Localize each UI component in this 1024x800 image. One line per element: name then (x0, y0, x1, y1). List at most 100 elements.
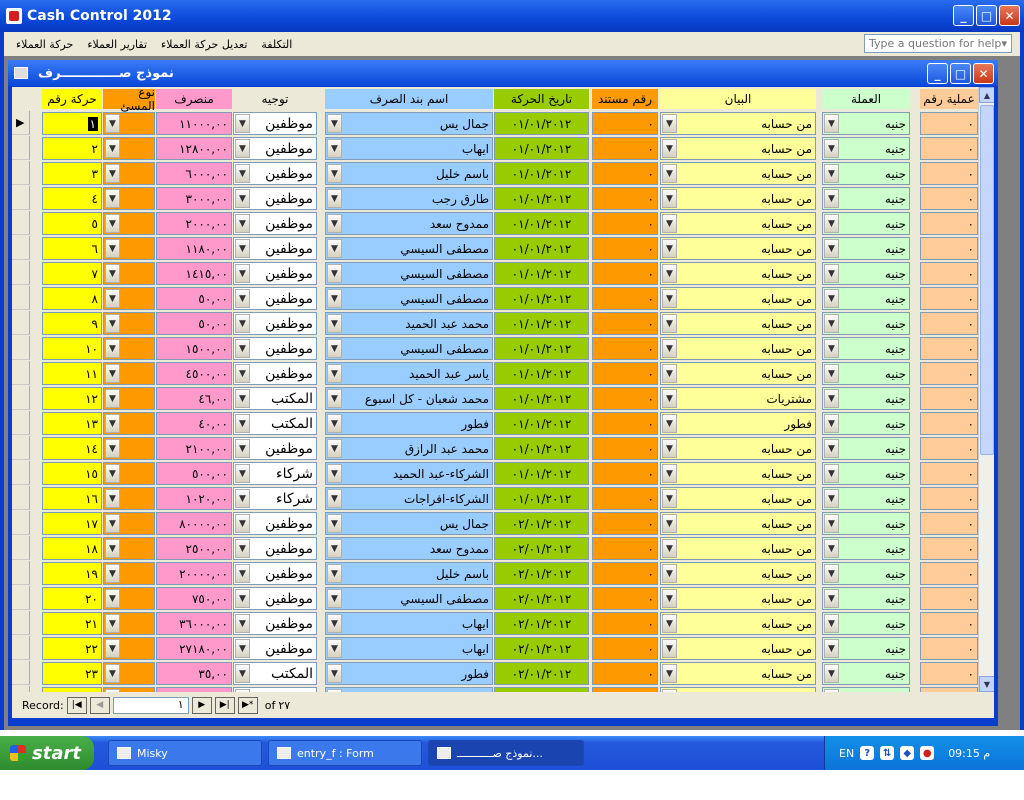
description-cell[interactable]: من حسابه ▼ (660, 487, 816, 510)
row-number-cell[interactable]: ١٣ (42, 412, 102, 435)
amount-cell[interactable]: ٧٥٠,٠٠ (156, 587, 232, 610)
table-row[interactable]: ٢١ ▼ ٣٦٠٠٠,٠٠ موظفين ▼ ايهاب ▼ ٠٢/٠١/٢٠١٢ ٠ من حس… (12, 611, 978, 636)
record-selector[interactable] (12, 536, 30, 560)
date-cell[interactable]: ٠٢/٠١/٢٠١٢ (494, 637, 589, 660)
chevron-down-icon[interactable]: ▼ (327, 164, 342, 183)
table-row[interactable]: ١٥ ▼ ٥٠٠,٠٠ شركاء ▼ الشركاء-عبد الحميد ▼ ٠١/٠١/… (12, 461, 978, 486)
chevron-down-icon[interactable]: ▼ (662, 489, 677, 508)
expense-name-cell[interactable]: محمد عبد الرازق ▼ (325, 437, 493, 460)
document-number-cell[interactable]: ٠ (592, 512, 658, 535)
document-number-cell[interactable]: ٠ (592, 162, 658, 185)
chevron-down-icon[interactable]: ▼ (235, 214, 250, 233)
document-number-cell[interactable]: ٠ (592, 112, 658, 135)
chevron-down-icon[interactable]: ▼ (824, 264, 839, 283)
table-row[interactable]: ٢٠ ▼ ٧٥٠,٠٠ موظفين ▼ مصطفى السيسي ▼ ٠٢/٠١/٢٠١٢ ٠… (12, 586, 978, 611)
document-number-cell[interactable]: ٠ (592, 137, 658, 160)
description-cell[interactable]: من حسابه ▼ (660, 537, 816, 560)
amount-cell[interactable]: ٢١٠٠,٠٠ (156, 437, 232, 460)
chevron-down-icon[interactable]: ▼ (327, 114, 342, 133)
expense-name-cell[interactable]: جمال يس ▼ (325, 112, 493, 135)
type-cell[interactable]: ▼ (103, 312, 155, 335)
description-cell[interactable]: من حسابه ▼ (660, 337, 816, 360)
record-selector[interactable] (12, 211, 30, 235)
scroll-up-arrow-icon[interactable]: ▲ (979, 87, 994, 103)
chevron-down-icon[interactable]: ▼ (327, 664, 342, 683)
antivirus-icon[interactable]: ● (920, 746, 935, 760)
type-cell[interactable]: ▼ (103, 137, 155, 160)
row-number-cell[interactable]: ١٨ (42, 537, 102, 560)
document-number-cell[interactable]: ٠ (592, 437, 658, 460)
chevron-down-icon[interactable]: ▼ (105, 314, 120, 333)
chevron-down-icon[interactable]: ▼ (105, 189, 120, 208)
date-cell[interactable]: ٠١/٠١/٢٠١٢ (494, 337, 589, 360)
date-cell[interactable]: ٠١/٠١/٢٠١٢ (494, 262, 589, 285)
date-cell[interactable]: ٠١/٠١/٢٠١٢ (494, 412, 589, 435)
type-cell[interactable]: ▼ (103, 662, 155, 685)
direction-cell[interactable]: شركاء ▼ (233, 487, 317, 510)
currency-cell[interactable]: جنيه ▼ (822, 637, 910, 660)
operation-number-cell[interactable]: ٠ (920, 137, 978, 160)
chevron-down-icon[interactable]: ▼ (662, 414, 677, 433)
direction-cell[interactable]: موظفين ▼ (233, 262, 317, 285)
currency-cell[interactable]: جنيه ▼ (822, 237, 910, 260)
chevron-down-icon[interactable]: ▼ (235, 414, 250, 433)
row-number-cell[interactable]: ١٦ (42, 487, 102, 510)
row-number-cell[interactable]: ٢٢ (42, 637, 102, 660)
column-header[interactable]: العملة (822, 89, 910, 109)
currency-cell[interactable]: جنيه ▼ (822, 562, 910, 585)
close-button[interactable]: ✕ (999, 5, 1020, 26)
operation-number-cell[interactable]: ٠ (920, 112, 978, 135)
document-number-cell[interactable]: ٠ (592, 362, 658, 385)
chevron-down-icon[interactable]: ▼ (824, 664, 839, 683)
chevron-down-icon[interactable]: ▼ (662, 589, 677, 608)
last-record-button[interactable]: ▶| (214, 696, 235, 714)
row-number-cell[interactable]: ٢٠ (42, 587, 102, 610)
column-header[interactable]: نوع المسئ (103, 87, 155, 113)
chevron-down-icon[interactable]: ▼ (235, 239, 250, 258)
amount-cell[interactable]: ٥٠٠,٠٠ (156, 462, 232, 485)
currency-cell[interactable]: جنيه ▼ (822, 512, 910, 535)
operation-number-cell[interactable]: ٠ (920, 612, 978, 635)
chevron-down-icon[interactable]: ▼ (235, 564, 250, 583)
currency-cell[interactable]: جنيه ▼ (822, 412, 910, 435)
chevron-down-icon[interactable]: ▼ (235, 514, 250, 533)
chevron-down-icon[interactable]: ▼ (327, 439, 342, 458)
currency-cell[interactable]: جنيه ▼ (822, 362, 910, 385)
expense-name-cell[interactable]: مصطفى السيسي ▼ (325, 237, 493, 260)
form-maximize-button[interactable]: □ (950, 63, 971, 84)
chevron-down-icon[interactable]: ▼ (662, 139, 677, 158)
document-number-cell[interactable]: ٠ (592, 562, 658, 585)
chevron-down-icon[interactable]: ▼ (327, 539, 342, 558)
operation-number-cell[interactable]: ٠ (920, 212, 978, 235)
chevron-down-icon[interactable]: ▼ (824, 539, 839, 558)
document-number-cell[interactable]: ٠ (592, 262, 658, 285)
chevron-down-icon[interactable]: ▼ (235, 264, 250, 283)
help-search-input[interactable]: Type a question for help ▾ (864, 34, 1012, 53)
chevron-down-icon[interactable]: ▼ (327, 339, 342, 358)
direction-cell[interactable]: المكتب ▼ (233, 662, 317, 685)
date-cell[interactable]: ٠١/٠١/٢٠١٢ (494, 387, 589, 410)
chevron-down-icon[interactable]: ▼ (662, 564, 677, 583)
chevron-down-icon[interactable]: ▼ (105, 514, 120, 533)
chevron-down-icon[interactable]: ▼ (824, 214, 839, 233)
document-number-cell[interactable]: ٠ (592, 462, 658, 485)
record-selector[interactable] (12, 386, 30, 410)
column-header[interactable]: توجيه (233, 89, 317, 109)
chevron-down-icon[interactable]: ▼ (662, 664, 677, 683)
current-record-input[interactable]: ١ (112, 696, 189, 714)
expense-name-cell[interactable]: ياسر عبد الحميد ▼ (325, 362, 493, 385)
type-cell[interactable]: ▼ (103, 237, 155, 260)
chevron-down-icon[interactable]: ▼ (662, 189, 677, 208)
expense-name-cell[interactable]: الشركاء-افراجات ▼ (325, 487, 493, 510)
type-cell[interactable]: ▼ (103, 587, 155, 610)
amount-cell[interactable]: ١٠٢٠,٠٠ (156, 487, 232, 510)
menu-item-edit-customer-movement[interactable]: تعديل حركة العملاء (161, 38, 247, 51)
chevron-down-icon[interactable]: ▼ (824, 639, 839, 658)
app-icon[interactable] (6, 8, 22, 24)
chevron-down-icon[interactable]: ▼ (662, 214, 677, 233)
amount-cell[interactable]: ١١٨٠,٠٠ (156, 237, 232, 260)
expense-name-cell[interactable]: فطور ▼ (325, 662, 493, 685)
chevron-down-icon[interactable]: ▼ (662, 264, 677, 283)
document-number-cell[interactable]: ٠ (592, 337, 658, 360)
column-header[interactable]: اسم بند الصرف (325, 89, 493, 109)
